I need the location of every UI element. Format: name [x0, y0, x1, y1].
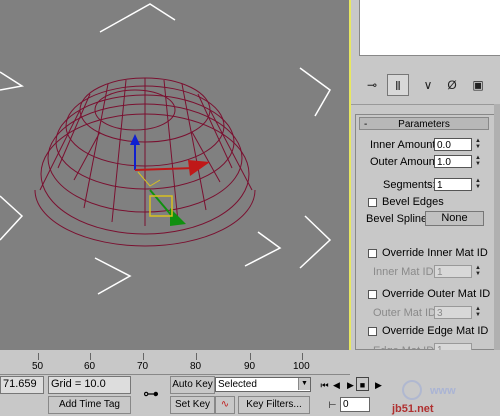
- override-outer-label: Override Outer Mat ID: [382, 288, 491, 300]
- tick-label: 60: [84, 361, 96, 372]
- outer-mat-label: Outer Mat ID:: [373, 307, 440, 319]
- override-edge-checkbox[interactable]: [368, 327, 377, 336]
- set-key-button[interactable]: Set Key: [170, 396, 215, 414]
- key-mode-select[interactable]: Selected ▼: [215, 377, 311, 392]
- perspective-viewport[interactable]: [0, 0, 351, 350]
- tick-label: 100: [293, 361, 310, 372]
- grid-readout: Grid = 10.0: [48, 376, 131, 394]
- show-end-result-icon[interactable]: Ⅱ: [387, 74, 409, 96]
- override-inner-checkbox[interactable]: [368, 249, 377, 258]
- panel-scrollbar[interactable]: [494, 104, 500, 350]
- configure-sets-icon[interactable]: ▣: [467, 74, 489, 96]
- inner-mat-label: Inner Mat ID:: [373, 266, 437, 278]
- tick-label: 70: [137, 361, 149, 372]
- segments-spinner[interactable]: ▲ ▼: [474, 178, 482, 191]
- svg-text:www: www: [429, 385, 456, 397]
- outer-amount-label: Outer Amount:: [370, 156, 441, 168]
- time-ruler[interactable]: 50 60 70 80 90 100: [0, 350, 350, 375]
- curve-icon[interactable]: ∿: [215, 396, 235, 414]
- command-panel: ⊸ Ⅱ ∨ Ø ▣ - Parameters Inner Amount: 0.0…: [351, 0, 500, 357]
- key-mode-toggle-icon[interactable]: ⊢: [326, 398, 339, 412]
- override-outer-checkbox[interactable]: [368, 290, 377, 299]
- tick-label: 80: [190, 361, 202, 372]
- rollout-toggle[interactable]: -: [364, 118, 367, 131]
- outer-amount-spinner[interactable]: ▲ ▼: [474, 155, 482, 168]
- outer-amount-field[interactable]: 1.0: [434, 155, 472, 168]
- coordinate-field[interactable]: 71.659: [0, 376, 44, 394]
- pin-stack-icon[interactable]: ⊸: [361, 74, 383, 96]
- outer-mat-spinner[interactable]: ▲ ▼: [474, 306, 482, 319]
- inner-amount-field[interactable]: 0.0: [434, 138, 472, 151]
- bevel-spline-label: Bevel Spline:: [366, 213, 431, 225]
- auto-key-button[interactable]: Auto Key: [170, 376, 215, 394]
- panel-tab-bar: ⊸ Ⅱ ∨ Ø ▣: [351, 64, 500, 105]
- parameters-rollout: - Parameters Inner Amount: 0.0 ▲ ▼ Outer …: [355, 114, 495, 357]
- add-time-tag-button[interactable]: Add Time Tag: [48, 396, 131, 414]
- tick-label: 50: [32, 361, 44, 372]
- inner-mat-field[interactable]: 1: [434, 265, 472, 278]
- chevron-down-icon[interactable]: ▼: [298, 378, 310, 390]
- watermark: www jb51.net: [391, 380, 456, 415]
- make-unique-icon[interactable]: ∨: [417, 74, 439, 96]
- prev-frame-icon[interactable]: ◀: [330, 378, 343, 392]
- key-icon[interactable]: ⊶: [137, 378, 165, 412]
- outer-mat-field[interactable]: 3: [434, 306, 472, 319]
- bevel-mesh: [34, 77, 256, 247]
- modifier-stack-list[interactable]: [359, 0, 500, 56]
- rollout-header[interactable]: - Parameters: [359, 117, 489, 130]
- segments-label: Segments:: [383, 179, 436, 191]
- rollout-title: Parameters: [398, 119, 450, 130]
- bevel-edges-label: Bevel Edges: [382, 196, 444, 208]
- watermark-text: jb51.net: [391, 403, 434, 415]
- inner-amount-label: Inner Amount:: [370, 139, 439, 151]
- override-inner-label: Override Inner Mat ID: [382, 247, 488, 259]
- override-edge-label: Override Edge Mat ID: [382, 325, 489, 337]
- bevel-spline-button[interactable]: None: [425, 211, 484, 226]
- key-filters-button[interactable]: Key Filters...: [238, 396, 310, 414]
- inner-mat-spinner[interactable]: ▲ ▼: [474, 265, 482, 278]
- tick-label: 90: [244, 361, 256, 372]
- inner-amount-spinner[interactable]: ▲ ▼: [474, 138, 482, 151]
- viewport-scene: [0, 3, 332, 295]
- segments-field[interactable]: 1: [434, 178, 472, 191]
- gizmo-x-axis[interactable]: [134, 167, 196, 171]
- bevel-edges-checkbox[interactable]: [368, 198, 377, 207]
- key-mode-value: Selected: [218, 379, 257, 390]
- remove-modifier-icon[interactable]: Ø: [441, 74, 463, 96]
